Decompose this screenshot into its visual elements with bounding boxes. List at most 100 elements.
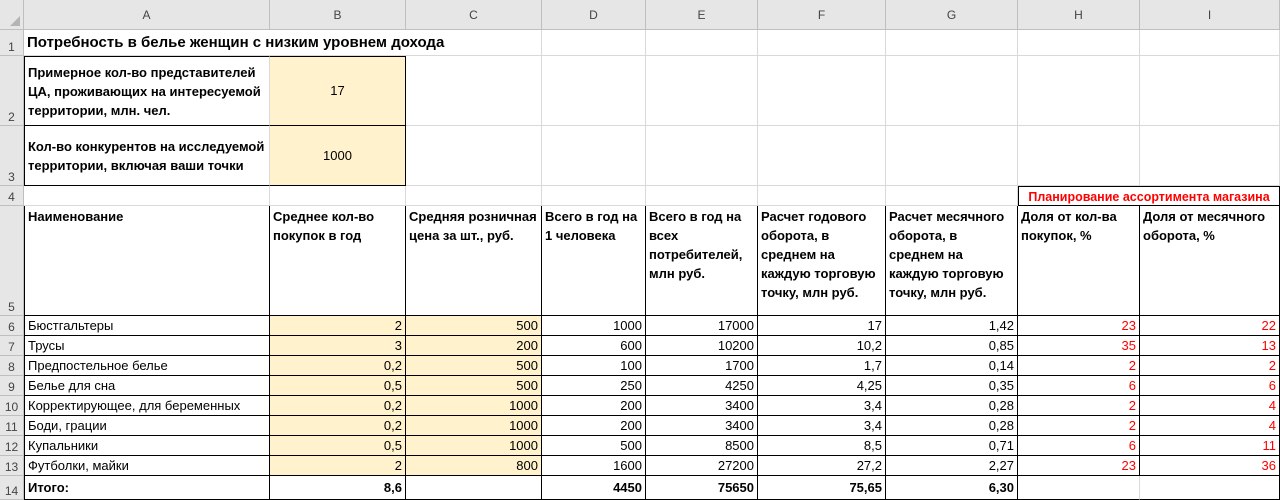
cell[interactable] (886, 186, 1018, 206)
cell[interactable] (542, 126, 646, 186)
cell-monthly[interactable]: 0,28 (886, 396, 1018, 416)
column-header-g[interactable]: G (886, 0, 1018, 30)
cell[interactable] (270, 186, 406, 206)
cell-annual[interactable]: 3,4 (758, 396, 886, 416)
column-header-i[interactable]: I (1140, 0, 1280, 30)
column-header-d[interactable]: D (542, 0, 646, 30)
cell-share-turnover[interactable]: 2 (1140, 356, 1280, 376)
total-label[interactable]: Итого: (24, 476, 270, 500)
param-label-audience[interactable]: Примерное кол-во представителей ЦА, прож… (24, 56, 270, 126)
header-price[interactable]: Средняя розничная цена за шт., руб. (406, 206, 542, 316)
cell[interactable] (758, 126, 886, 186)
cell-share-turnover[interactable]: 36 (1140, 456, 1280, 476)
cell-purchases[interactable]: 0,5 (270, 436, 406, 456)
cell-monthly[interactable]: 0,35 (886, 376, 1018, 396)
cell-share-qty[interactable]: 35 (1018, 336, 1140, 356)
cell-share-qty[interactable]: 23 (1018, 456, 1140, 476)
cell-total[interactable]: 10200 (646, 336, 758, 356)
row-header[interactable]: 8 (0, 356, 24, 376)
row-header[interactable]: 13 (0, 456, 24, 476)
cell-share-turnover[interactable]: 4 (1140, 416, 1280, 436)
cell-monthly[interactable]: 0,85 (886, 336, 1018, 356)
cell-name[interactable]: Купальники (24, 436, 270, 456)
param-label-competitors[interactable]: Кол-во конкурентов на исследуемой террит… (24, 126, 270, 186)
cell-name[interactable]: Бюстгальтеры (24, 316, 270, 336)
header-share-qty[interactable]: Доля от кол-ва покупок, % (1018, 206, 1140, 316)
cell[interactable] (1140, 56, 1280, 126)
row-header[interactable]: 12 (0, 436, 24, 456)
cell-share-turnover[interactable]: 4 (1140, 396, 1280, 416)
cell-total[interactable]: 3400 (646, 416, 758, 436)
cell-monthly[interactable]: 0,71 (886, 436, 1018, 456)
cell-share-qty[interactable]: 2 (1018, 356, 1140, 376)
cell-name[interactable]: Боди, грации (24, 416, 270, 436)
header-purchases[interactable]: Среднее кол-во покупок в год (270, 206, 406, 316)
cell-per-person[interactable]: 200 (542, 416, 646, 436)
cell-annual[interactable]: 17 (758, 316, 886, 336)
cell[interactable] (646, 30, 758, 56)
row-header[interactable]: 5 (0, 206, 24, 316)
row-header[interactable]: 11 (0, 416, 24, 436)
cell-price[interactable]: 800 (406, 456, 542, 476)
row-header[interactable]: 3 (0, 126, 24, 186)
cell[interactable] (886, 30, 1018, 56)
cell-price[interactable]: 1000 (406, 416, 542, 436)
cell-annual[interactable]: 8,5 (758, 436, 886, 456)
cell-share-qty[interactable]: 2 (1018, 416, 1140, 436)
cell-per-person[interactable]: 1000 (542, 316, 646, 336)
cell-annual[interactable]: 10,2 (758, 336, 886, 356)
cell[interactable] (646, 56, 758, 126)
cell-total[interactable]: 27200 (646, 456, 758, 476)
planning-header[interactable]: Планирование ассортимента магазина (1018, 186, 1280, 206)
header-name[interactable]: Наименование (24, 206, 270, 316)
row-header[interactable]: 7 (0, 336, 24, 356)
cell[interactable] (1018, 126, 1140, 186)
cell-per-person[interactable]: 500 (542, 436, 646, 456)
column-header-h[interactable]: H (1018, 0, 1140, 30)
cell-name[interactable]: Футболки, майки (24, 456, 270, 476)
cell-purchases[interactable]: 0,5 (270, 376, 406, 396)
cell-share-turnover[interactable]: 13 (1140, 336, 1280, 356)
cell-total[interactable]: 4250 (646, 376, 758, 396)
cell-share-turnover[interactable]: 22 (1140, 316, 1280, 336)
cell-purchases[interactable]: 0,2 (270, 396, 406, 416)
total-price[interactable] (406, 476, 542, 500)
cell[interactable] (406, 56, 542, 126)
cell-name[interactable]: Трусы (24, 336, 270, 356)
cell-monthly[interactable]: 2,27 (886, 456, 1018, 476)
header-share-turnover[interactable]: Доля от месячного оборота, % (1140, 206, 1280, 316)
header-annual[interactable]: Расчет годового оборота, в среднем на ка… (758, 206, 886, 316)
cell[interactable] (758, 30, 886, 56)
header-monthly[interactable]: Расчет месячного оборота, в среднем на к… (886, 206, 1018, 316)
cell-total[interactable]: 3400 (646, 396, 758, 416)
sheet-title[interactable]: Потребность в белье женщин с низким уров… (24, 30, 542, 56)
cell[interactable] (406, 126, 542, 186)
row-header[interactable]: 2 (0, 56, 24, 126)
cell[interactable] (1140, 126, 1280, 186)
column-header-e[interactable]: E (646, 0, 758, 30)
cell-per-person[interactable]: 250 (542, 376, 646, 396)
cell[interactable] (758, 186, 886, 206)
cell-per-person[interactable]: 100 (542, 356, 646, 376)
cell-price[interactable]: 1000 (406, 436, 542, 456)
cell-name[interactable]: Корректирующее, для беременных (24, 396, 270, 416)
cell[interactable] (646, 186, 758, 206)
cell[interactable] (542, 186, 646, 206)
cell-annual[interactable]: 3,4 (758, 416, 886, 436)
cell[interactable] (886, 56, 1018, 126)
cell-name[interactable]: Белье для сна (24, 376, 270, 396)
cell[interactable] (24, 186, 270, 206)
cell[interactable] (1140, 30, 1280, 56)
cell-purchases[interactable]: 3 (270, 336, 406, 356)
cell-share-qty[interactable]: 23 (1018, 316, 1140, 336)
total-purchases[interactable]: 8,6 (270, 476, 406, 500)
cell-price[interactable]: 500 (406, 376, 542, 396)
cell-purchases[interactable]: 2 (270, 456, 406, 476)
row-header[interactable]: 1 (0, 30, 24, 56)
cell-annual[interactable]: 27,2 (758, 456, 886, 476)
cell-total[interactable]: 1700 (646, 356, 758, 376)
column-header-a[interactable]: A (24, 0, 270, 30)
cell[interactable] (886, 126, 1018, 186)
cell-total[interactable]: 8500 (646, 436, 758, 456)
row-header[interactable]: 4 (0, 186, 24, 206)
